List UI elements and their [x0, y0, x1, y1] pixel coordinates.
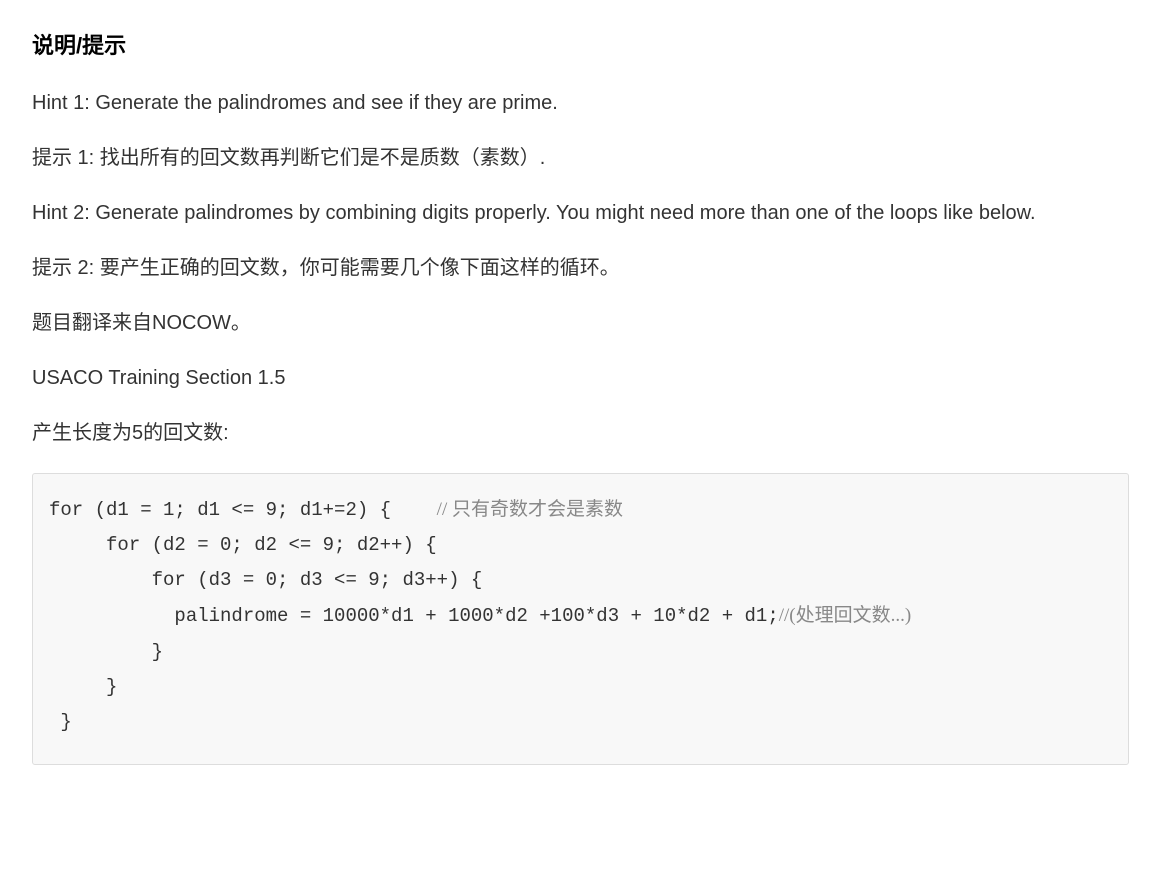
code-block: for (d1 = 1; d1 <= 9; d1+=2) { // 只有奇数才会… [32, 473, 1129, 765]
code-line-2: for (d2 = 0; d2 <= 9; d2++) { [49, 534, 437, 556]
hint-1-zh: 提示 1: 找出所有的回文数再判断它们是不是质数（素数）. [32, 143, 1129, 174]
code-line-4a: palindrome = 10000*d1 + 1000*d2 +100*d3 … [49, 605, 779, 627]
code-line-6: } [49, 676, 117, 698]
code-comment-2: //(处理回文数...) [779, 605, 911, 626]
hint-2-en: Hint 2: Generate palindromes by combinin… [32, 198, 1129, 229]
code-intro: 产生长度为5的回文数: [32, 418, 1129, 449]
code-line-3: for (d3 = 0; d3 <= 9; d3++) { [49, 569, 482, 591]
source-reference: USACO Training Section 1.5 [32, 363, 1129, 394]
hint-1-en: Hint 1: Generate the palindromes and see… [32, 88, 1129, 119]
code-line-7: } [49, 711, 72, 733]
code-line-5: } [49, 641, 163, 663]
code-comment-1: // 只有奇数才会是素数 [437, 499, 623, 520]
hint-2-zh: 提示 2: 要产生正确的回文数，你可能需要几个像下面这样的循环。 [32, 253, 1129, 284]
section-heading: 说明/提示 [32, 28, 1129, 60]
code-content: for (d1 = 1; d1 <= 9; d1+=2) { // 只有奇数才会… [49, 492, 1112, 740]
code-line-1a: for (d1 = 1; d1 <= 9; d1+=2) { [49, 499, 437, 521]
translation-credit: 题目翻译来自NOCOW。 [32, 308, 1129, 339]
